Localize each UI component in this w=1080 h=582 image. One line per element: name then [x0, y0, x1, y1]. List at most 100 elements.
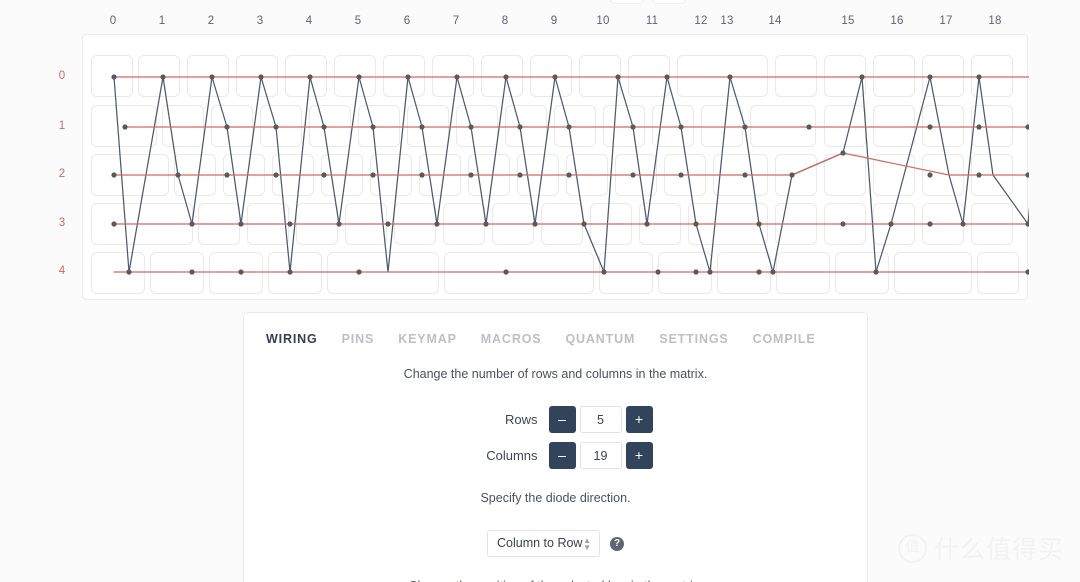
matrix-node[interactable] [189, 221, 195, 227]
matrix-node[interactable] [189, 269, 195, 275]
matrix-node[interactable] [111, 172, 117, 178]
diode-direction-select[interactable]: Column to Row ▲ ▼ [487, 530, 600, 557]
matrix-node[interactable] [770, 269, 776, 275]
matrix-node[interactable] [927, 221, 933, 227]
matrix-node[interactable] [960, 221, 966, 227]
matrix-node[interactable] [742, 124, 748, 130]
matrix-node[interactable] [111, 74, 117, 80]
matrix-node[interactable] [503, 269, 509, 275]
matrix-node[interactable] [888, 221, 894, 227]
matrix-node[interactable] [678, 124, 684, 130]
matrix-node[interactable] [273, 172, 279, 178]
matrix-node[interactable] [664, 74, 670, 80]
matrix-node[interactable] [273, 124, 279, 130]
matrix-node[interactable] [336, 221, 342, 227]
matrix-node[interactable] [175, 172, 181, 178]
matrix-node[interactable] [655, 269, 661, 275]
matrix-node[interactable] [742, 172, 748, 178]
matrix-node[interactable] [468, 172, 474, 178]
matrix-node[interactable] [370, 172, 376, 178]
matrix-node[interactable] [976, 172, 982, 178]
matrix-node[interactable] [1025, 124, 1029, 130]
matrix-node[interactable] [238, 221, 244, 227]
matrix-node[interactable] [209, 74, 215, 80]
tab-quantum[interactable]: QUANTUM [565, 332, 635, 346]
matrix-node[interactable] [615, 74, 621, 80]
matrix-node[interactable] [693, 269, 699, 275]
matrix-node[interactable] [566, 172, 572, 178]
matrix-node[interactable] [693, 221, 699, 227]
matrix-node[interactable] [927, 124, 933, 130]
matrix-node[interactable] [1025, 172, 1029, 178]
matrix-node[interactable] [756, 221, 762, 227]
columns-value-input[interactable] [579, 442, 622, 469]
matrix-node[interactable] [630, 172, 636, 178]
tab-macros[interactable]: MACROS [481, 332, 542, 346]
matrix-node[interactable] [419, 172, 425, 178]
matrix-node[interactable] [434, 221, 440, 227]
matrix-node[interactable] [707, 269, 713, 275]
rows-value-input[interactable] [579, 406, 622, 433]
matrix-node[interactable] [307, 74, 313, 80]
matrix-node[interactable] [630, 124, 636, 130]
matrix-node[interactable] [927, 74, 933, 80]
matrix-node[interactable] [483, 221, 489, 227]
matrix-node[interactable] [840, 221, 846, 227]
matrix-node[interactable] [122, 124, 128, 130]
tab-settings[interactable]: SETTINGS [659, 332, 728, 346]
columns-decrement-button[interactable]: – [548, 442, 576, 469]
matrix-node[interactable] [321, 124, 327, 130]
chevron-updown-icon: ▲ ▼ [583, 535, 591, 552]
tab-wiring[interactable]: WIRING [266, 332, 318, 346]
matrix-node[interactable] [111, 221, 117, 227]
matrix-node[interactable] [258, 74, 264, 80]
matrix-node[interactable] [356, 74, 362, 80]
matrix-node[interactable] [287, 269, 293, 275]
offscreen-key[interactable] [652, 0, 686, 4]
matrix-node[interactable] [552, 74, 558, 80]
tab-compile[interactable]: COMPILE [753, 332, 816, 346]
matrix-node[interactable] [566, 124, 572, 130]
matrix-node[interactable] [468, 124, 474, 130]
tab-keymap[interactable]: KEYMAP [398, 332, 457, 346]
matrix-node[interactable] [840, 150, 846, 156]
matrix-node[interactable] [976, 124, 982, 130]
matrix-node[interactable] [927, 172, 933, 178]
matrix-node[interactable] [517, 124, 523, 130]
matrix-node[interactable] [756, 269, 762, 275]
rows-increment-button[interactable]: + [625, 406, 653, 433]
matrix-node[interactable] [370, 124, 376, 130]
matrix-node[interactable] [581, 221, 587, 227]
matrix-node[interactable] [873, 269, 879, 275]
matrix-node[interactable] [532, 221, 538, 227]
help-icon[interactable]: ? [610, 536, 624, 551]
matrix-node[interactable] [727, 74, 733, 80]
matrix-node[interactable] [1025, 269, 1029, 275]
columns-increment-button[interactable]: + [625, 442, 653, 469]
matrix-node[interactable] [644, 221, 650, 227]
matrix-node[interactable] [806, 124, 812, 130]
matrix-node[interactable] [976, 74, 982, 80]
offscreen-key[interactable] [610, 0, 644, 4]
matrix-node[interactable] [503, 74, 509, 80]
matrix-node[interactable] [601, 269, 607, 275]
matrix-node[interactable] [517, 172, 523, 178]
matrix-node[interactable] [238, 269, 244, 275]
matrix-node[interactable] [454, 74, 460, 80]
matrix-node[interactable] [160, 74, 166, 80]
matrix-node[interactable] [356, 269, 362, 275]
matrix-node[interactable] [419, 124, 425, 130]
matrix-node[interactable] [287, 221, 293, 227]
matrix-node[interactable] [385, 221, 391, 227]
rows-decrement-button[interactable]: – [548, 406, 576, 433]
tab-pins[interactable]: PINS [342, 332, 375, 346]
matrix-panel[interactable] [82, 34, 1029, 300]
matrix-node[interactable] [789, 172, 795, 178]
matrix-node[interactable] [224, 172, 230, 178]
matrix-node[interactable] [126, 269, 132, 275]
matrix-node[interactable] [859, 74, 865, 80]
matrix-node[interactable] [321, 172, 327, 178]
matrix-node[interactable] [678, 172, 684, 178]
matrix-node[interactable] [224, 124, 230, 130]
matrix-node[interactable] [405, 74, 411, 80]
